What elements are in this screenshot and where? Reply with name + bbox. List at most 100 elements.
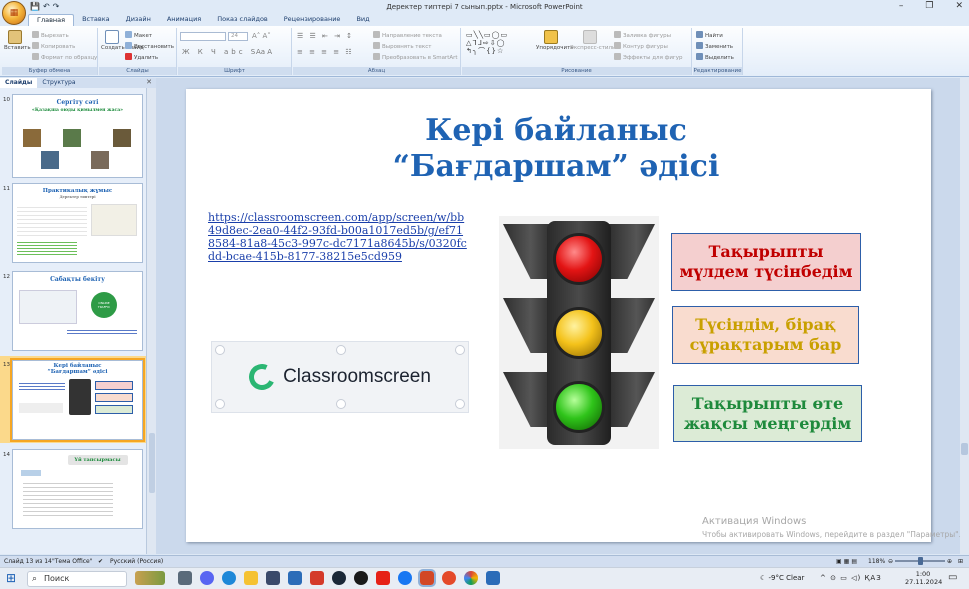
delete-slide-button[interactable]: Удалить [125,53,158,61]
replace-button[interactable]: Заменить [696,42,733,50]
grow-font-button[interactable]: A˄ A˅ [252,32,271,40]
new-slide-button[interactable]: Создать слайд [101,30,144,51]
shape-outline-button[interactable]: Контур фигуры [614,42,668,50]
traffic-light-visor [503,372,549,427]
app-blue-icon[interactable] [486,571,500,585]
notifications-icon[interactable]: ▭ [948,572,957,583]
chrome-icon[interactable] [464,571,478,585]
close-button[interactable]: ✕ [955,1,963,11]
search-highlight-icon[interactable] [135,571,165,585]
steam-icon[interactable] [332,571,346,585]
mail-icon[interactable] [288,571,302,585]
slide-thumbnail-12[interactable]: Сабақты бекіту ONLINE TRAFFIC [12,271,143,351]
taskbar-search[interactable]: ⌕ Поиск [27,571,127,587]
app-red-icon[interactable] [442,571,456,585]
minimize-button[interactable]: – [899,1,904,11]
font-color-button[interactable]: Aa A [256,48,272,56]
slide-thumbnail-14[interactable]: Үй тапсырмасы [12,449,143,529]
chevron-up-icon[interactable]: ^ [820,574,827,582]
thumbnail-text [23,480,113,518]
tab-design[interactable]: Дизайн [118,14,159,26]
slide-scrollbar[interactable] [960,78,969,554]
classroomscreen-link[interactable]: https://classroomscreen.com/app/screen/w… [208,211,468,263]
fit-slide-icon[interactable]: ⊞ [958,556,963,567]
select-button[interactable]: Выделить [696,53,734,61]
shape-effects-button[interactable]: Эффекты для фигур [614,53,683,61]
thumbnail-box [95,381,133,390]
smartart-button[interactable]: Преобразовать в SmartArt [373,53,458,61]
keyboard-language[interactable]: ҚАЗ [864,574,881,582]
weather-widget[interactable]: ☾ -9°C Clear [760,574,804,582]
slides-pane-scrollbar[interactable] [146,88,156,554]
find-button[interactable]: Найти [696,31,723,39]
label-yellow-have-questions[interactable]: Түсіндім, бірақ сұрақтарым бар [672,306,859,364]
reset-button[interactable]: Восстановить [125,42,174,50]
edge-icon[interactable] [222,571,236,585]
powerpoint-icon[interactable] [418,569,436,587]
slide-thumbnail-13[interactable]: Кері байланыс “Бағдаршам” әдісі [10,358,145,442]
youtube-icon[interactable] [376,571,390,585]
shape-fill-button[interactable]: Заливка фигуры [614,31,671,39]
file-explorer-icon[interactable] [244,571,258,585]
arrange-button[interactable]: Упорядочить [536,30,574,51]
align-buttons[interactable]: ≡ ≡ ≡ ≡ ☷ [297,48,354,56]
clock[interactable]: 1:00 27.11.2024 [905,570,942,586]
facebook-icon[interactable] [398,571,412,585]
scroll-thumb[interactable] [149,433,155,493]
slide-thumbnail-10[interactable]: Сергіту сәті «Қазақша оюды қимылмен жаса… [12,94,143,178]
tab-slides-pane[interactable]: Слайды [0,78,38,88]
format-painter-button[interactable]: Формат по образцу [32,53,97,61]
font-size-field[interactable]: 24 [228,32,248,41]
zoom-out-icon[interactable]: ⊖ [888,556,893,567]
network-icon[interactable]: ⊙ [830,574,837,582]
task-view-icon[interactable] [178,571,192,585]
align-text-button[interactable]: Выровнять текст [373,42,431,50]
start-button[interactable]: ⊞ [6,572,19,585]
zoom-in-icon[interactable]: ⊕ [947,556,952,567]
system-tray[interactable]: ^ ⊙ ▭ ◁) ҚАЗ [820,574,882,582]
thumbnail-box [95,405,133,414]
tab-home[interactable]: Главная [28,14,75,26]
paste-button[interactable]: Вставить [4,30,31,51]
slide-title[interactable]: Кері байланыс “Бағдаршам” әдісі [346,113,766,185]
language-indicator[interactable]: Русский (Россия) [110,556,163,567]
close-pane-icon[interactable]: ✕ [146,78,152,86]
view-buttons[interactable]: ▣▦▤ [836,556,859,567]
font-name-field[interactable] [180,32,226,41]
battery-icon[interactable]: ▭ [840,574,848,582]
layout-button[interactable]: Макет [125,31,152,39]
tab-animation[interactable]: Анимация [159,14,209,26]
traffic-light-image[interactable] [499,216,659,449]
maximize-button[interactable]: ❐ [925,1,933,11]
copy-button[interactable]: Копировать [32,42,75,50]
text-direction-button[interactable]: Направление текста [373,31,442,39]
cut-button[interactable]: Вырезать [32,31,69,39]
zoom-level[interactable]: 118% [868,556,885,567]
scroll-thumb[interactable] [961,443,968,455]
spellcheck-icon[interactable]: ✔ [98,556,103,567]
tab-insert[interactable]: Вставка [74,14,118,26]
office-button[interactable]: ▦ [2,1,26,25]
tab-slideshow[interactable]: Показ слайдов [209,14,276,26]
slide-thumbnail-11[interactable]: Практикалық жұмыс Деректер типтері [12,183,143,263]
office-app-icon[interactable] [310,571,324,585]
list-buttons[interactable]: ☰ ☰ ⇤ ⇥ ↕ [297,32,354,40]
volume-icon[interactable]: ◁) [851,574,861,582]
zoom-slider-knob[interactable] [918,557,923,565]
label-green-understood-well[interactable]: Тақырыпты өте жақсы меңгердім [673,385,862,442]
thumbnail-number: 13 [3,362,10,368]
tab-view[interactable]: Вид [348,14,377,26]
tab-review[interactable]: Рецензирование [276,14,349,26]
tab-outline-pane[interactable]: Структура [37,78,80,88]
discord-icon[interactable] [200,571,214,585]
app-dark-icon[interactable] [354,571,368,585]
label-red-not-understood[interactable]: Тақырыпты мүлдем түсінбедім [671,233,861,291]
font-format-buttons[interactable]: Ж К Ч abc S [182,48,258,56]
current-slide[interactable]: Кері байланыс “Бағдаршам” әдісі https://… [186,89,931,542]
thumbnail-title: Практикалық жұмыс [42,188,113,194]
paragraph-group-label: Абзац [293,67,460,75]
quick-styles-button[interactable]: Экспресс-стили [570,30,616,51]
classroomscreen-logo[interactable]: Classroomscreen [211,341,469,413]
shapes-gallery[interactable]: ▭╲╲▭◯▭ △ᒣᒧ⇨⇩◯ ↰╮⌒{}☆ [466,31,532,59]
app-m-icon[interactable] [266,571,280,585]
